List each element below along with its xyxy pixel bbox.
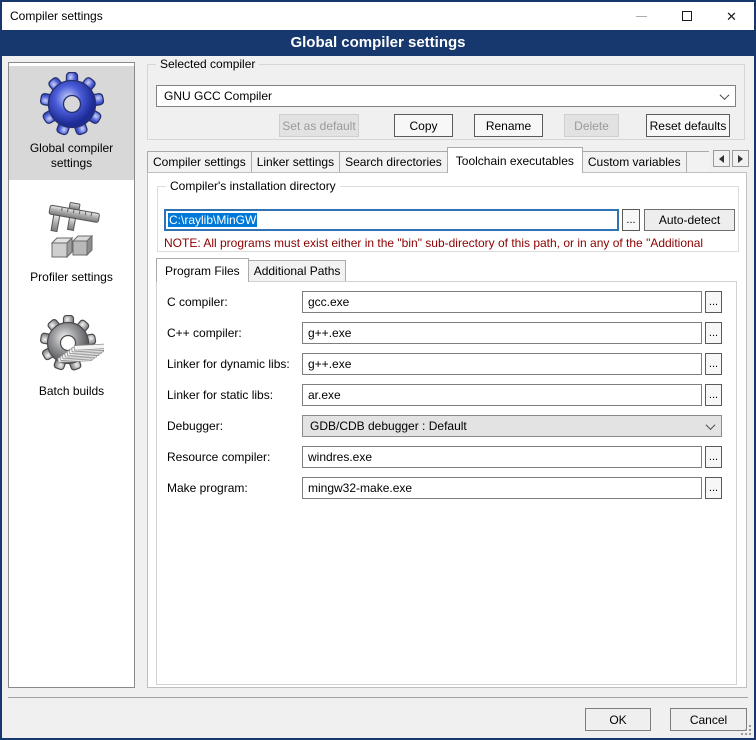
toolchain-executables-panel: Compiler's installation directory C:\ray… <box>147 172 747 688</box>
sidebar-item-global-compiler-settings[interactable]: Global compiler settings <box>9 66 134 180</box>
compiler-select-value: GNU GCC Compiler <box>164 89 272 103</box>
browse-make-program-button[interactable]: ... <box>705 477 722 499</box>
gear-blue-icon <box>40 72 104 136</box>
browse-linker-for-dynamic-libs-button[interactable]: ... <box>705 353 722 375</box>
tab-custom-variables[interactable]: Custom variables <box>582 151 687 172</box>
tab-scroll-right-button[interactable] <box>732 150 749 167</box>
debugger-label: Debugger: <box>167 415 223 437</box>
compiler-settings-dialog: Compiler settings ✕ Global compiler sett… <box>0 0 756 740</box>
delete-button: Delete <box>564 114 619 137</box>
linker-for-dynamic-libs-input[interactable]: g++.exe <box>302 353 702 375</box>
cancel-button[interactable]: Cancel <box>670 708 747 731</box>
ok-button[interactable]: OK <box>585 708 651 731</box>
c-compiler-label: C++ compiler: <box>167 322 242 344</box>
c-compiler-label: C compiler: <box>167 291 228 313</box>
browse-installation-directory-button[interactable]: ... <box>622 209 640 231</box>
browse-c-compiler-button[interactable]: ... <box>705 291 722 313</box>
tab-builc[interactable]: Builc <box>686 151 709 172</box>
right-arrow-icon <box>738 155 743 163</box>
sidebar-item-label: Batch builds <box>11 384 132 399</box>
settings-category-list: Global compiler settings Profiler setting… <box>8 62 135 688</box>
debugger-select-value: GDB/CDB debugger : Default <box>310 419 467 433</box>
titlebar: Compiler settings ✕ <box>2 2 754 30</box>
tab-compiler-settings[interactable]: Compiler settings <box>147 151 252 172</box>
sidebar-item-profiler-settings[interactable]: Profiler settings <box>9 195 134 294</box>
page-title: Global compiler settings <box>2 30 754 56</box>
left-arrow-icon <box>719 155 724 163</box>
chevron-down-icon <box>720 90 730 100</box>
program-files-panel: C compiler: gcc.exe... C++ compiler: g++.ex… <box>156 281 737 685</box>
installation-directory-group-label: Compiler's installation directory <box>166 179 340 193</box>
tab-linker-settings[interactable]: Linker settings <box>251 151 340 172</box>
c-compiler-input[interactable]: g++.exe <box>302 322 702 344</box>
note-text: NOTE: All programs must exist either in … <box>164 236 736 250</box>
browse-c-compiler-button[interactable]: ... <box>705 322 722 344</box>
resource-compiler-input[interactable]: windres.exe <box>302 446 702 468</box>
make-program-label: Make program: <box>167 477 248 499</box>
copy-button[interactable]: Copy <box>394 114 453 137</box>
window-title: Compiler settings <box>10 9 103 23</box>
tab-scrollers <box>713 150 749 167</box>
chevron-down-icon <box>706 420 716 430</box>
tab-search-directories[interactable]: Search directories <box>339 151 448 172</box>
tab-scroll-left-button[interactable] <box>713 150 730 167</box>
tab-toolchain-executables[interactable]: Toolchain executables <box>447 147 583 173</box>
linker-for-static-libs-label: Linker for static libs: <box>167 384 273 406</box>
minimize-icon <box>636 16 647 17</box>
auto-detect-button[interactable]: Auto-detect <box>644 209 735 231</box>
subtab-program-files[interactable]: Program Files <box>156 258 249 282</box>
sidebar-item-batch-builds[interactable]: Batch builds <box>9 309 134 408</box>
linker-for-static-libs-input[interactable]: ar.exe <box>302 384 702 406</box>
installation-directory-input[interactable]: C:\raylib\MinGW <box>164 209 619 231</box>
minimize-button[interactable] <box>619 2 664 30</box>
resource-compiler-label: Resource compiler: <box>167 446 270 468</box>
set-as-default-button: Set as default <box>279 114 359 137</box>
gear-stack-icon <box>40 315 104 379</box>
sidebar-item-label: Global compiler settings <box>11 141 132 171</box>
debugger-select[interactable]: GDB/CDB debugger : Default <box>302 415 722 437</box>
rename-button[interactable]: Rename <box>474 114 543 137</box>
reset-defaults-button[interactable]: Reset defaults <box>646 114 730 137</box>
settings-tabbar: Compiler settingsLinker settingsSearch d… <box>147 147 709 173</box>
close-icon: ✕ <box>726 10 737 23</box>
program-files-tabbar: Program FilesAdditional Paths <box>156 258 346 282</box>
close-button[interactable]: ✕ <box>709 2 754 30</box>
maximize-button[interactable] <box>664 2 709 30</box>
c-compiler-input[interactable]: gcc.exe <box>302 291 702 313</box>
installation-directory-selected-text: C:\raylib\MinGW <box>168 213 257 227</box>
browse-resource-compiler-button[interactable]: ... <box>705 446 722 468</box>
installation-directory-group: Compiler's installation directory C:\ray… <box>157 186 739 252</box>
footer-divider <box>8 697 748 698</box>
compiler-select[interactable]: GNU GCC Compiler <box>156 85 736 107</box>
caliper-icon <box>40 201 104 265</box>
resize-grip[interactable] <box>740 724 751 735</box>
titlebar-buttons: ✕ <box>619 2 754 30</box>
selected-compiler-group: Selected compiler GNU GCC Compiler Set a… <box>147 64 745 140</box>
maximize-icon <box>682 11 692 21</box>
browse-linker-for-static-libs-button[interactable]: ... <box>705 384 722 406</box>
selected-compiler-group-label: Selected compiler <box>156 57 259 71</box>
subtab-additional-paths[interactable]: Additional Paths <box>248 260 347 281</box>
sidebar-item-label: Profiler settings <box>11 270 132 285</box>
make-program-input[interactable]: mingw32-make.exe <box>302 477 702 499</box>
linker-for-dynamic-libs-label: Linker for dynamic libs: <box>167 353 290 375</box>
